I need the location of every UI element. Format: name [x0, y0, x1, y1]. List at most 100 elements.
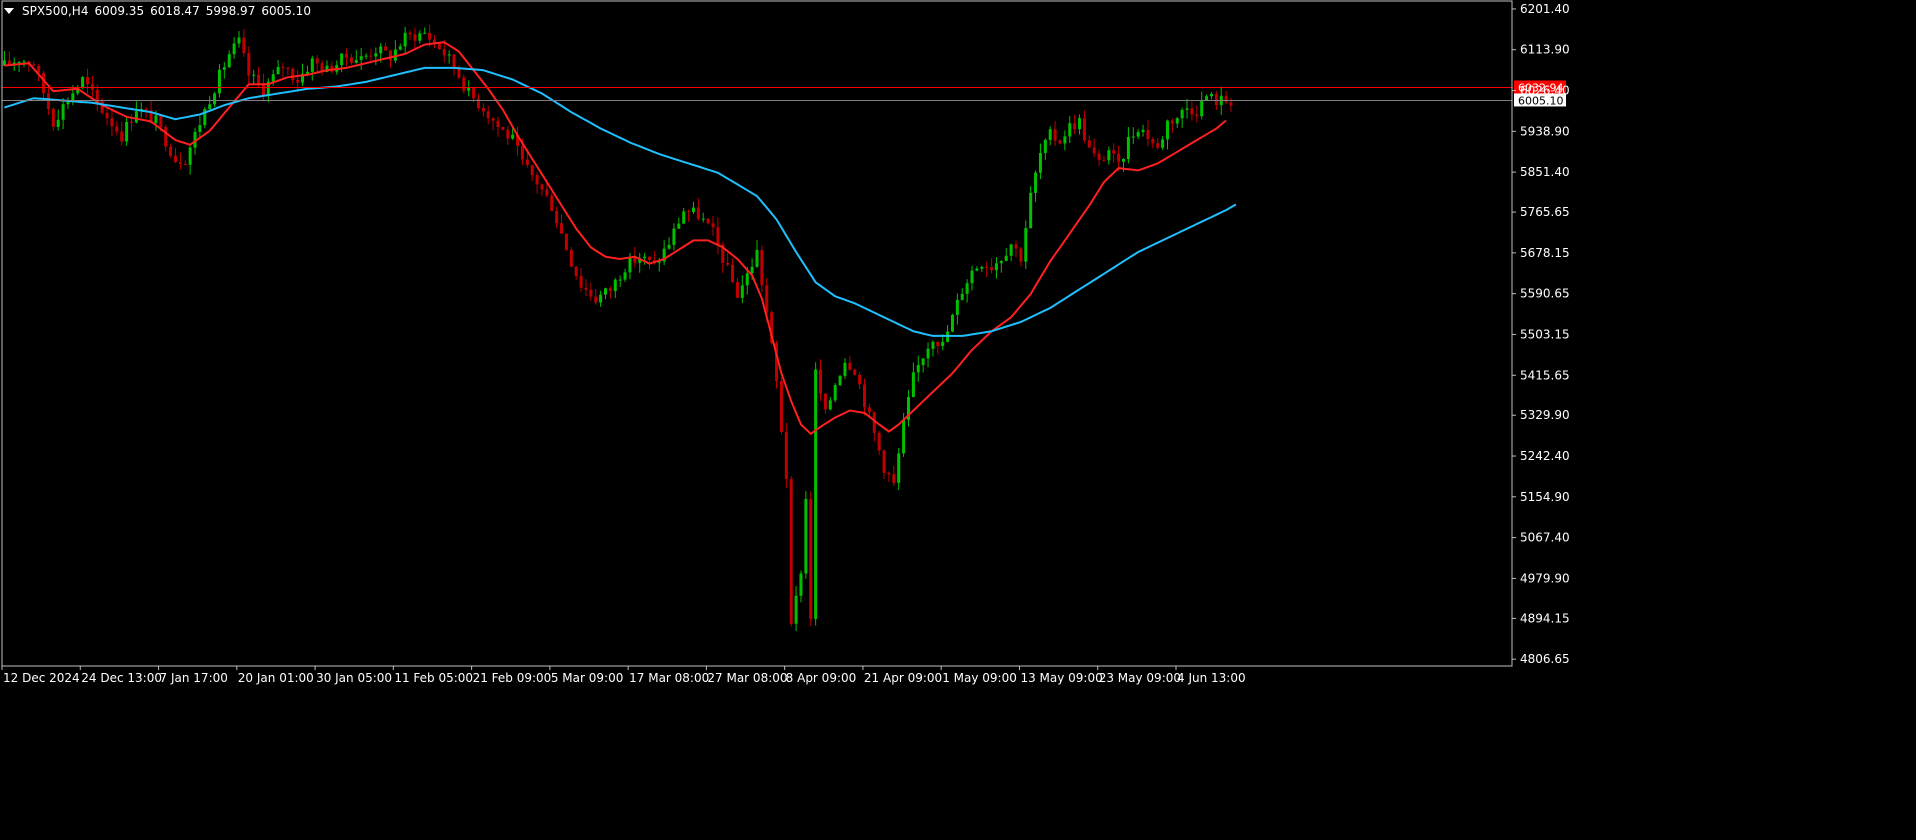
y-tick-label: 4979.90 — [1520, 571, 1570, 585]
candle-body — [877, 432, 881, 451]
candle-body — [740, 285, 744, 298]
candle-body — [286, 67, 290, 69]
candle-body — [423, 32, 427, 34]
candle-body — [22, 61, 26, 63]
x-tick-label: 12 Dec 2024 — [3, 671, 80, 685]
x-tick-label: 17 Mar 08:00 — [629, 671, 709, 685]
candle-body — [745, 273, 749, 286]
x-tick-label: 24 Dec 13:00 — [81, 671, 162, 685]
candle-body — [1014, 244, 1018, 249]
x-tick-label: 13 May 09:00 — [1020, 671, 1102, 685]
x-tick-label: 11 Feb 05:00 — [394, 671, 473, 685]
candle-body — [1180, 109, 1184, 119]
candle-body — [965, 283, 969, 294]
y-tick-label: 5938.90 — [1520, 124, 1570, 138]
candle-body — [364, 55, 368, 57]
candle-body — [980, 266, 984, 269]
candle-body — [1073, 123, 1077, 130]
candle-body — [858, 374, 862, 385]
candle-body — [1224, 95, 1228, 103]
candle-body — [1209, 93, 1213, 97]
candle-body — [432, 39, 436, 43]
candle-body — [584, 287, 588, 290]
candle-body — [628, 257, 632, 273]
candle-body — [7, 60, 11, 65]
candle-body — [1048, 129, 1052, 140]
candle-body — [809, 498, 813, 619]
candle-body — [735, 282, 739, 298]
candle-body — [574, 266, 578, 276]
candle-body — [1126, 136, 1130, 159]
candle-body — [726, 263, 730, 265]
candle-body — [472, 87, 476, 99]
candle-body — [349, 57, 353, 63]
candle-body — [296, 79, 300, 83]
candle-body — [1170, 120, 1174, 124]
candle-body — [1053, 129, 1057, 141]
candle-body — [691, 207, 695, 213]
y-tick-label: 5678.15 — [1520, 246, 1570, 260]
candle-body — [1068, 123, 1072, 137]
price-chart[interactable]: 6032.946005.10 6201.40 6113.90 6026.40 5938… — [0, 0, 1916, 840]
candle-body — [711, 223, 715, 228]
candle-body — [413, 34, 417, 41]
candle-body — [408, 32, 412, 35]
candle-body — [760, 249, 764, 286]
candle-body — [882, 450, 886, 473]
candle-body — [398, 46, 402, 50]
candle-body — [950, 314, 954, 332]
candle-body — [1097, 153, 1101, 160]
candle-body — [623, 272, 627, 280]
candles-group — [2, 24, 1233, 632]
candle-body — [217, 69, 221, 94]
candle-body — [1038, 152, 1042, 173]
candle-body — [936, 341, 940, 347]
candle-body — [1146, 129, 1150, 139]
candle-body — [247, 53, 251, 76]
y-tick-label: 4894.15 — [1520, 611, 1570, 625]
y-tick-label: 5503.15 — [1520, 327, 1570, 341]
candle-body — [1136, 132, 1140, 137]
candle-body — [1107, 150, 1111, 161]
candle-body — [819, 369, 823, 394]
x-tick-label: 4 Jun 13:00 — [1177, 671, 1246, 685]
candle-body — [794, 595, 798, 624]
candle-body — [701, 218, 705, 220]
horizontal-levels-group: 6032.946005.10 — [2, 80, 1566, 107]
candle-body — [159, 115, 163, 127]
candle-body — [237, 37, 241, 44]
candle-body — [354, 59, 358, 63]
candle-body — [1141, 129, 1145, 133]
candle-body — [1195, 114, 1199, 117]
candle-body — [916, 365, 920, 373]
candle-body — [1229, 102, 1233, 106]
candle-body — [985, 266, 989, 268]
candle-body — [902, 419, 906, 454]
candle-body — [1190, 108, 1194, 115]
candle-body — [51, 108, 55, 127]
candle-body — [46, 93, 50, 109]
candle-body — [799, 573, 803, 596]
candle-body — [960, 293, 964, 300]
candle-body — [643, 256, 647, 259]
candle-body — [428, 32, 432, 40]
candle-body — [442, 49, 446, 56]
candle-body — [755, 249, 759, 267]
candle-body — [384, 46, 388, 51]
candle-body — [222, 67, 226, 70]
y-tick-label: 6201.40 — [1520, 2, 1570, 16]
ma-slow-line — [4, 66, 1237, 337]
candle-body — [838, 375, 842, 386]
candle-body — [682, 211, 686, 224]
candle-body — [1185, 108, 1189, 110]
candle-body — [183, 163, 187, 165]
candle-body — [1122, 158, 1126, 162]
candle-body — [120, 131, 124, 142]
x-tick-label: 1 May 09:00 — [942, 671, 1017, 685]
candle-body — [281, 67, 285, 69]
candle-body — [569, 249, 573, 267]
candle-body — [178, 162, 182, 164]
candle-body — [418, 33, 422, 41]
candle-body — [1200, 100, 1204, 117]
candle-body — [779, 380, 783, 432]
